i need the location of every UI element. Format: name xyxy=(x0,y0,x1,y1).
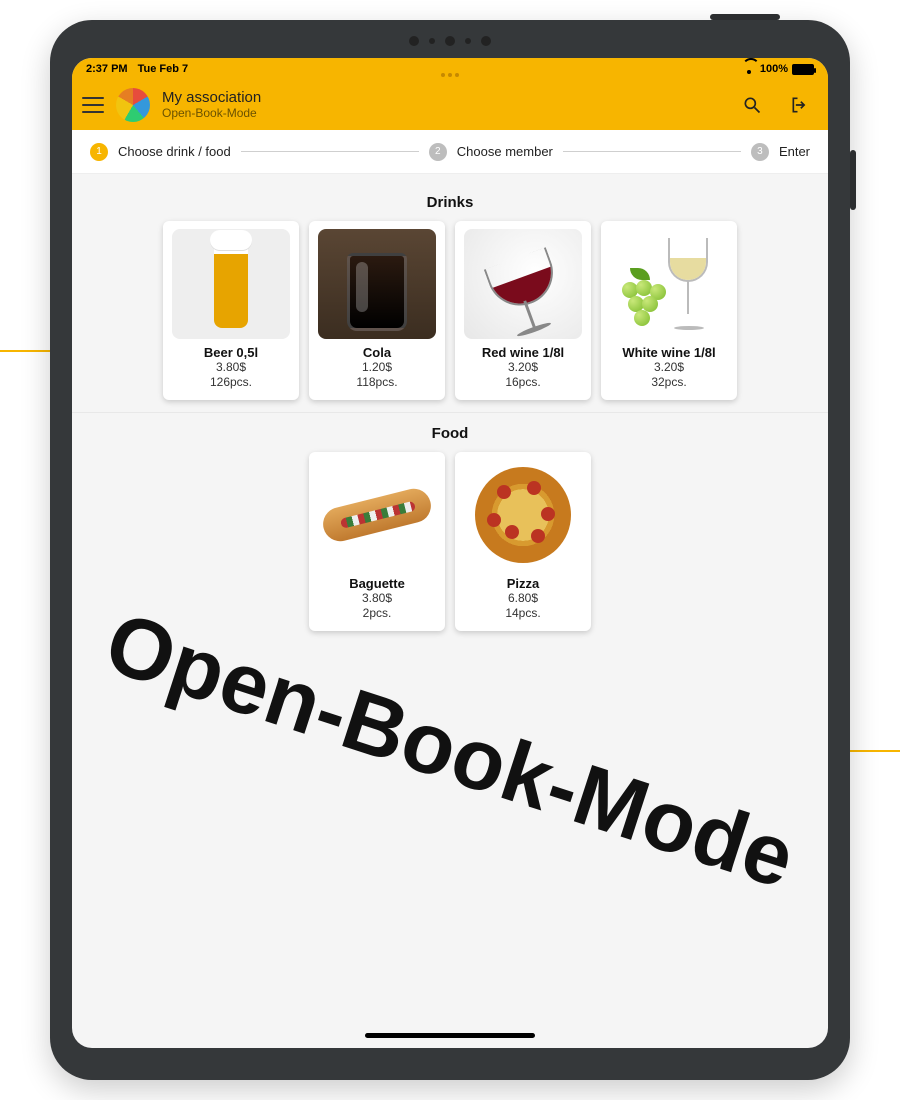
product-name: White wine 1/8l xyxy=(622,345,715,360)
product-card-beer[interactable]: Beer 0,5l 3.80$ 126pcs. xyxy=(163,221,299,400)
search-icon xyxy=(742,95,762,115)
step-3-label: Enter xyxy=(779,144,810,159)
product-stock: 16pcs. xyxy=(505,375,540,390)
product-name: Baguette xyxy=(349,576,405,591)
wifi-icon xyxy=(742,64,756,74)
battery-percent: 100% xyxy=(760,63,788,75)
product-name: Cola xyxy=(363,345,391,360)
product-image-red-wine xyxy=(464,229,582,339)
volume-button xyxy=(850,150,856,210)
product-card-red-wine[interactable]: Red wine 1/8l 3.20$ 16pcs. xyxy=(455,221,591,400)
battery-icon xyxy=(792,64,814,75)
product-image-pizza xyxy=(464,460,582,570)
product-image-baguette xyxy=(318,460,436,570)
status-date: Tue Feb 7 xyxy=(138,63,189,75)
product-price: 3.20$ xyxy=(654,360,684,375)
section-divider xyxy=(72,412,828,413)
menu-button[interactable] xyxy=(82,97,104,113)
section-title-food: Food xyxy=(82,425,818,442)
screen: 2:37 PM Tue Feb 7 100% My association Op… xyxy=(72,58,828,1048)
product-image-white-wine xyxy=(610,229,728,339)
product-stock: 2pcs. xyxy=(363,606,392,621)
step-2-label: Choose member xyxy=(457,144,553,159)
product-price: 3.20$ xyxy=(508,360,538,375)
power-button xyxy=(710,14,780,20)
product-name: Beer 0,5l xyxy=(204,345,258,360)
app-subtitle: Open-Book-Mode xyxy=(162,107,261,120)
app-bar: My association Open-Book-Mode xyxy=(72,80,828,130)
tablet-frame: 2:37 PM Tue Feb 7 100% My association Op… xyxy=(50,20,850,1080)
product-price: 1.20$ xyxy=(362,360,392,375)
step-2-number[interactable]: 2 xyxy=(429,143,447,161)
logout-button[interactable] xyxy=(788,93,812,117)
product-name: Red wine 1/8l xyxy=(482,345,564,360)
content-area: Drinks Beer 0,5l 3.80$ 126pcs. Cola 1.20… xyxy=(72,174,828,645)
camera-cluster xyxy=(409,36,491,46)
step-divider xyxy=(563,151,741,152)
association-avatar[interactable] xyxy=(116,88,150,122)
step-divider xyxy=(241,151,419,152)
search-button[interactable] xyxy=(740,93,764,117)
product-stock: 14pcs. xyxy=(505,606,540,621)
product-stock: 32pcs. xyxy=(651,375,686,390)
product-image-cola xyxy=(318,229,436,339)
product-price: 3.80$ xyxy=(362,591,392,606)
product-name: Pizza xyxy=(507,576,540,591)
product-price: 6.80$ xyxy=(508,591,538,606)
section-title-drinks: Drinks xyxy=(82,194,818,211)
product-stock: 118pcs. xyxy=(356,375,397,390)
step-1-number[interactable]: 1 xyxy=(90,143,108,161)
product-stock: 126pcs. xyxy=(210,375,252,390)
food-grid: Baguette 3.80$ 2pcs. xyxy=(82,452,818,631)
app-title: My association xyxy=(162,90,261,107)
product-card-baguette[interactable]: Baguette 3.80$ 2pcs. xyxy=(309,452,445,631)
product-price: 3.80$ xyxy=(216,360,246,375)
logout-icon xyxy=(790,95,810,115)
product-card-cola[interactable]: Cola 1.20$ 118pcs. xyxy=(309,221,445,400)
stepper: 1 Choose drink / food 2 Choose member 3 … xyxy=(72,130,828,174)
status-time: 2:37 PM xyxy=(86,63,128,75)
drinks-grid: Beer 0,5l 3.80$ 126pcs. Cola 1.20$ 118pc… xyxy=(82,221,818,400)
product-image-beer xyxy=(172,229,290,339)
step-3-number[interactable]: 3 xyxy=(751,143,769,161)
step-1-label: Choose drink / food xyxy=(118,144,231,159)
product-card-white-wine[interactable]: White wine 1/8l 3.20$ 32pcs. xyxy=(601,221,737,400)
product-card-pizza[interactable]: Pizza 6.80$ 14pcs. xyxy=(455,452,591,631)
home-indicator[interactable] xyxy=(365,1033,535,1038)
